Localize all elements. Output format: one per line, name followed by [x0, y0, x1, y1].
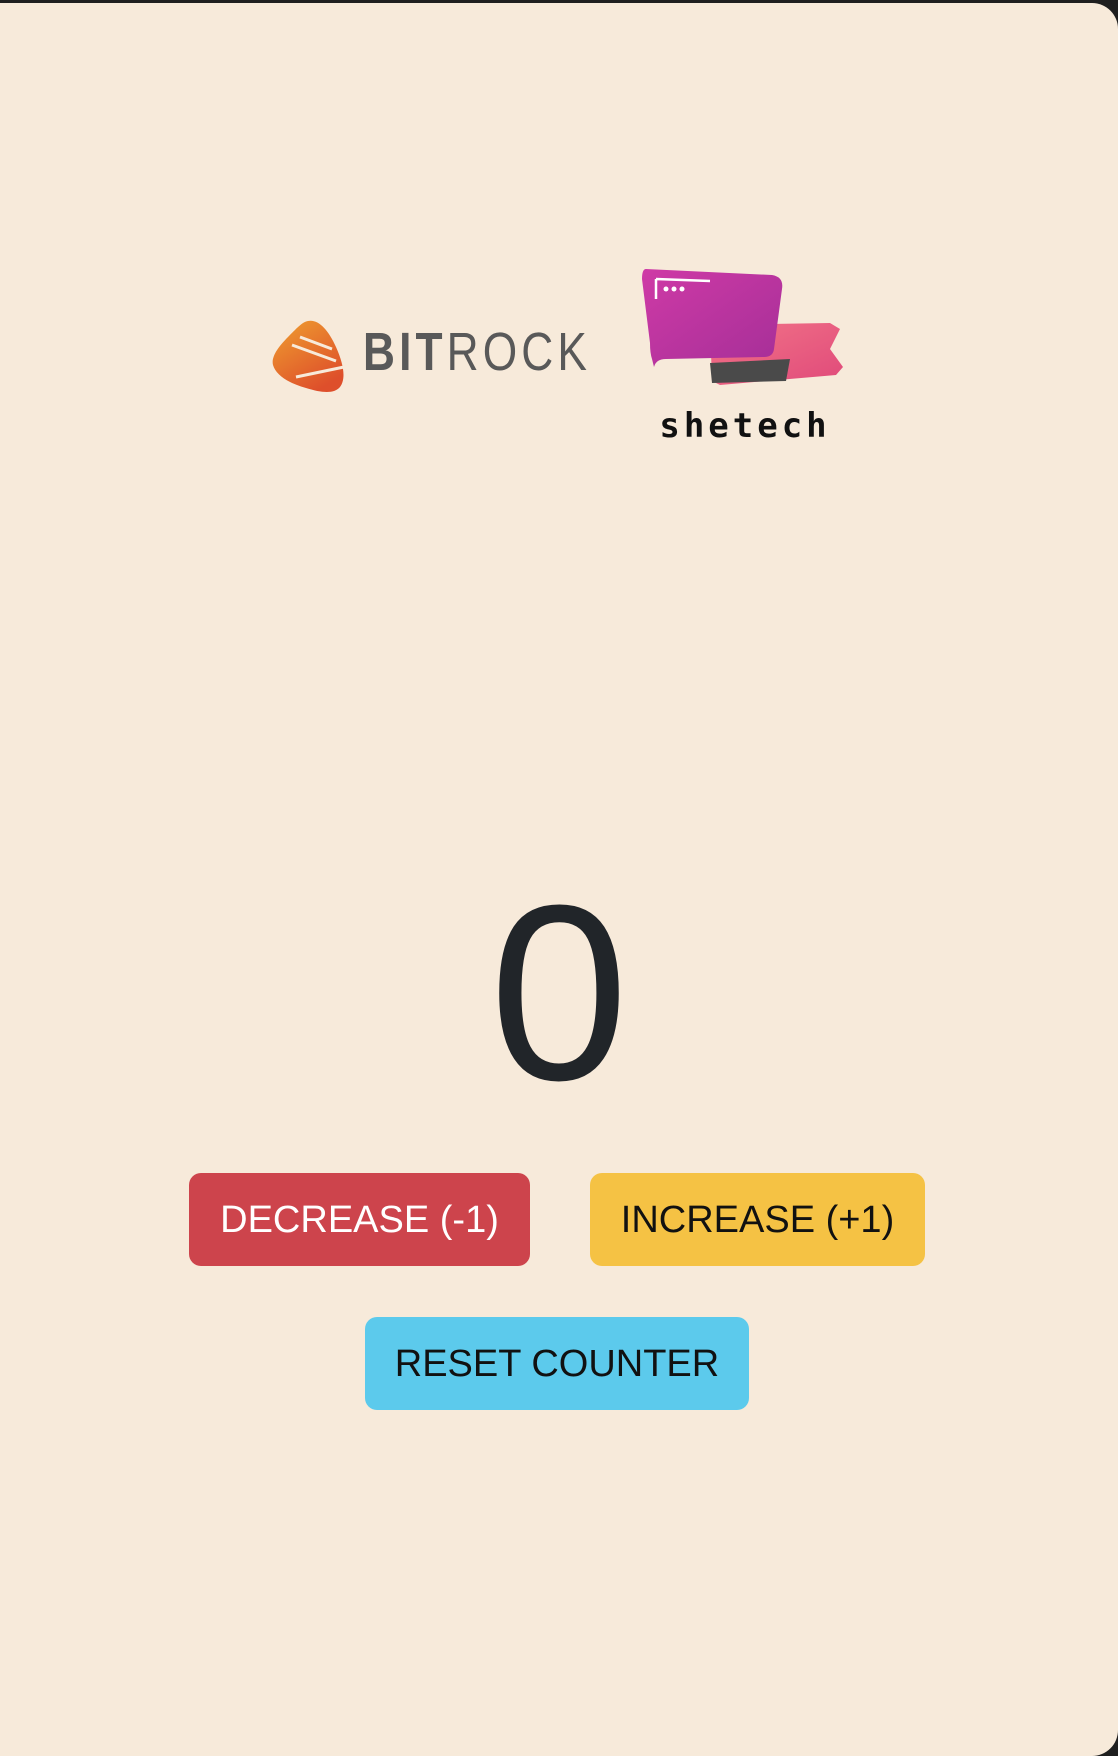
decrease-button[interactable]: DECREASE (-1) [189, 1173, 530, 1266]
reset-counter-button[interactable]: RESET COUNTER [365, 1317, 749, 1410]
bitrock-wordmark: BITROCK [363, 325, 591, 379]
logos-row: BITROCK shetech [0, 3, 1118, 463]
shetech-cards-icon [642, 269, 843, 385]
bitrock-logo: BITROCK [270, 317, 587, 395]
app-window: BITROCK shetech 0 DECREASE (-1) INCREASE… [0, 3, 1118, 1756]
bitrock-mark-icon [272, 320, 345, 392]
shetech-wordmark: shetech [659, 406, 831, 446]
bitrock-text-light: ROCK [446, 322, 591, 382]
shetech-logo: shetech [640, 263, 850, 443]
bitrock-text-bold: BIT [363, 322, 447, 382]
increase-button[interactable]: INCREASE (+1) [590, 1173, 925, 1266]
counter-value: 0 [489, 853, 629, 1132]
